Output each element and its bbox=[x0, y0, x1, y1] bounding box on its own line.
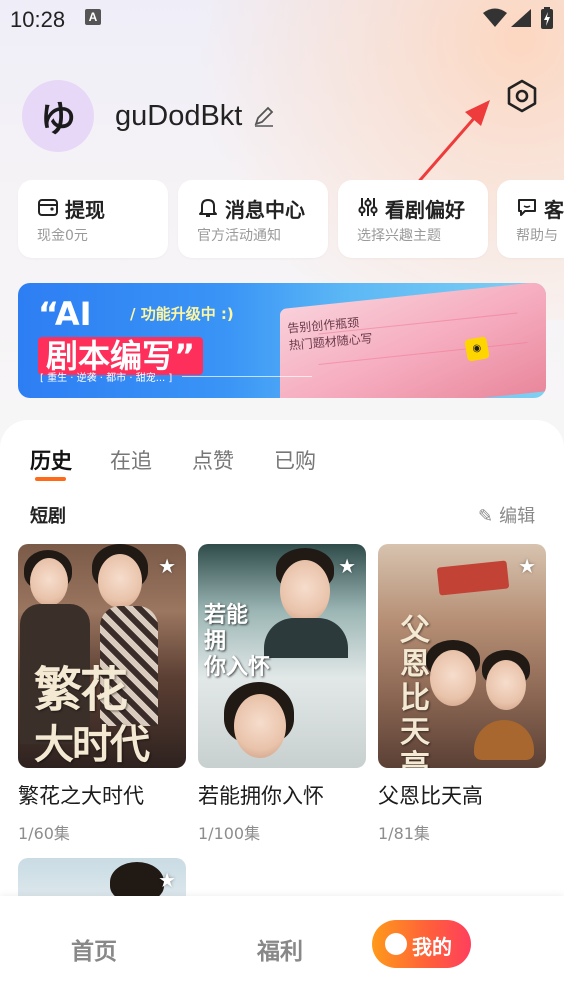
app-logo-icon: ◉ bbox=[464, 336, 490, 362]
banner-divider bbox=[182, 376, 312, 377]
favorite-star-icon[interactable]: ★ bbox=[518, 554, 536, 578]
drama-poster: 繁花 大时代 ★ bbox=[18, 544, 186, 768]
status-bar: 10:28 A bbox=[0, 0, 564, 38]
poster-title: 父恩比天高 bbox=[400, 613, 430, 769]
sliders-icon bbox=[358, 198, 378, 216]
poster-figure bbox=[264, 618, 348, 658]
drama-card[interactable]: 若能拥你入怀 ★ 若能拥你入怀 1/100集 bbox=[198, 544, 366, 844]
poster-figure bbox=[430, 650, 476, 706]
banner-upgrade-label: / 功能升级中 :) bbox=[130, 305, 234, 323]
favorite-star-icon[interactable]: ★ bbox=[338, 554, 356, 578]
banner-book-text: 告别创作瓶颈 热门题材随心写 bbox=[287, 313, 374, 354]
mine-icon bbox=[385, 933, 407, 955]
drama-episodes: 1/81集 bbox=[378, 824, 430, 843]
notification-a-icon: A bbox=[85, 9, 101, 25]
quick-action-preferences[interactable]: 看剧偏好 选择兴趣主题 bbox=[338, 180, 488, 258]
drama-title: 若能拥你入怀 bbox=[198, 784, 324, 808]
nav-home[interactable]: 首页 bbox=[71, 932, 117, 966]
wifi-icon bbox=[483, 8, 507, 27]
avatar-glyph: ゆ bbox=[39, 99, 76, 140]
quick-action-subtitle: 现金0元 bbox=[37, 228, 88, 244]
username: guDodBkt bbox=[115, 100, 243, 132]
tab-history[interactable]: 历史 bbox=[30, 445, 72, 475]
drama-title: 繁花之大时代 bbox=[18, 784, 144, 808]
quick-action-messages[interactable]: 消息中心 官方活动通知 bbox=[178, 180, 328, 258]
quick-action-withdraw[interactable]: 提现 现金0元 bbox=[18, 180, 168, 258]
quick-action-title: 客 bbox=[544, 198, 564, 222]
favorite-star-icon[interactable]: ★ bbox=[158, 554, 176, 578]
quick-action-subtitle: 官方活动通知 bbox=[197, 228, 281, 244]
edit-button[interactable]: ✎ 编辑 bbox=[478, 502, 535, 528]
quick-action-support[interactable]: 客 帮助与 bbox=[497, 180, 564, 258]
nav-mine-label: 我的 bbox=[412, 935, 452, 959]
tab-purchased[interactable]: 已购 bbox=[274, 445, 316, 475]
ai-script-banner[interactable]: 告别创作瓶颈 热门题材随心写 ◉ “AI 剧本编写” / 功能升级中 :) [ … bbox=[18, 283, 546, 398]
poster-figure bbox=[98, 554, 142, 608]
poster-figure bbox=[234, 694, 286, 758]
nav-welfare[interactable]: 福利 bbox=[257, 932, 303, 966]
nav-mine[interactable]: 我的 bbox=[372, 920, 471, 968]
poster-title: 繁花 大时代 bbox=[34, 662, 150, 768]
poster-figure bbox=[30, 558, 68, 606]
bottom-nav: 首页 福利 我的 bbox=[0, 896, 564, 1004]
chat-icon bbox=[518, 199, 536, 216]
quick-action-title: 提现 bbox=[65, 198, 105, 222]
tab-following[interactable]: 在追 bbox=[110, 445, 152, 475]
drama-card[interactable]: 父恩比天高 ★ 父恩比天高 1/81集 bbox=[378, 544, 546, 844]
drama-title: 父恩比天高 bbox=[378, 784, 483, 808]
wallet-icon bbox=[38, 199, 58, 216]
drama-poster: 若能拥你入怀 ★ bbox=[198, 544, 366, 768]
drama-episodes: 1/100集 bbox=[198, 824, 261, 843]
bell-icon bbox=[199, 199, 217, 217]
section-title: 短剧 bbox=[30, 506, 66, 527]
edit-icon: ✎ bbox=[478, 506, 494, 527]
quick-action-title: 消息中心 bbox=[225, 198, 305, 222]
poster-figure bbox=[280, 560, 330, 622]
battery-icon bbox=[541, 7, 553, 29]
quick-action-subtitle: 帮助与 bbox=[516, 228, 558, 244]
quick-action-subtitle: 选择兴趣主题 bbox=[357, 228, 441, 244]
edit-label: 编辑 bbox=[499, 506, 536, 527]
poster-figure bbox=[436, 560, 510, 596]
poster-title: 若能拥你入怀 bbox=[204, 602, 271, 680]
status-time: 10:28 bbox=[10, 7, 66, 32]
poster-figure bbox=[474, 720, 534, 760]
poster-figure bbox=[486, 660, 526, 710]
tab-liked[interactable]: 点赞 bbox=[192, 445, 234, 475]
avatar[interactable]: ゆ bbox=[22, 80, 94, 152]
drama-card[interactable]: 繁花 大时代 ★ 繁花之大时代 1/60集 bbox=[18, 544, 186, 844]
signal-icon bbox=[511, 9, 531, 27]
quick-action-title: 看剧偏好 bbox=[385, 198, 465, 222]
favorite-star-icon[interactable]: ★ bbox=[158, 868, 176, 892]
edit-name-icon[interactable] bbox=[252, 104, 276, 128]
active-tab-indicator bbox=[35, 477, 66, 481]
drama-poster: 父恩比天高 ★ bbox=[378, 544, 546, 768]
settings-icon[interactable] bbox=[505, 79, 539, 113]
drama-episodes: 1/60集 bbox=[18, 824, 70, 843]
banner-tags: [ 重生 · 逆袭 · 都市 · 甜宠... ] bbox=[40, 373, 173, 384]
